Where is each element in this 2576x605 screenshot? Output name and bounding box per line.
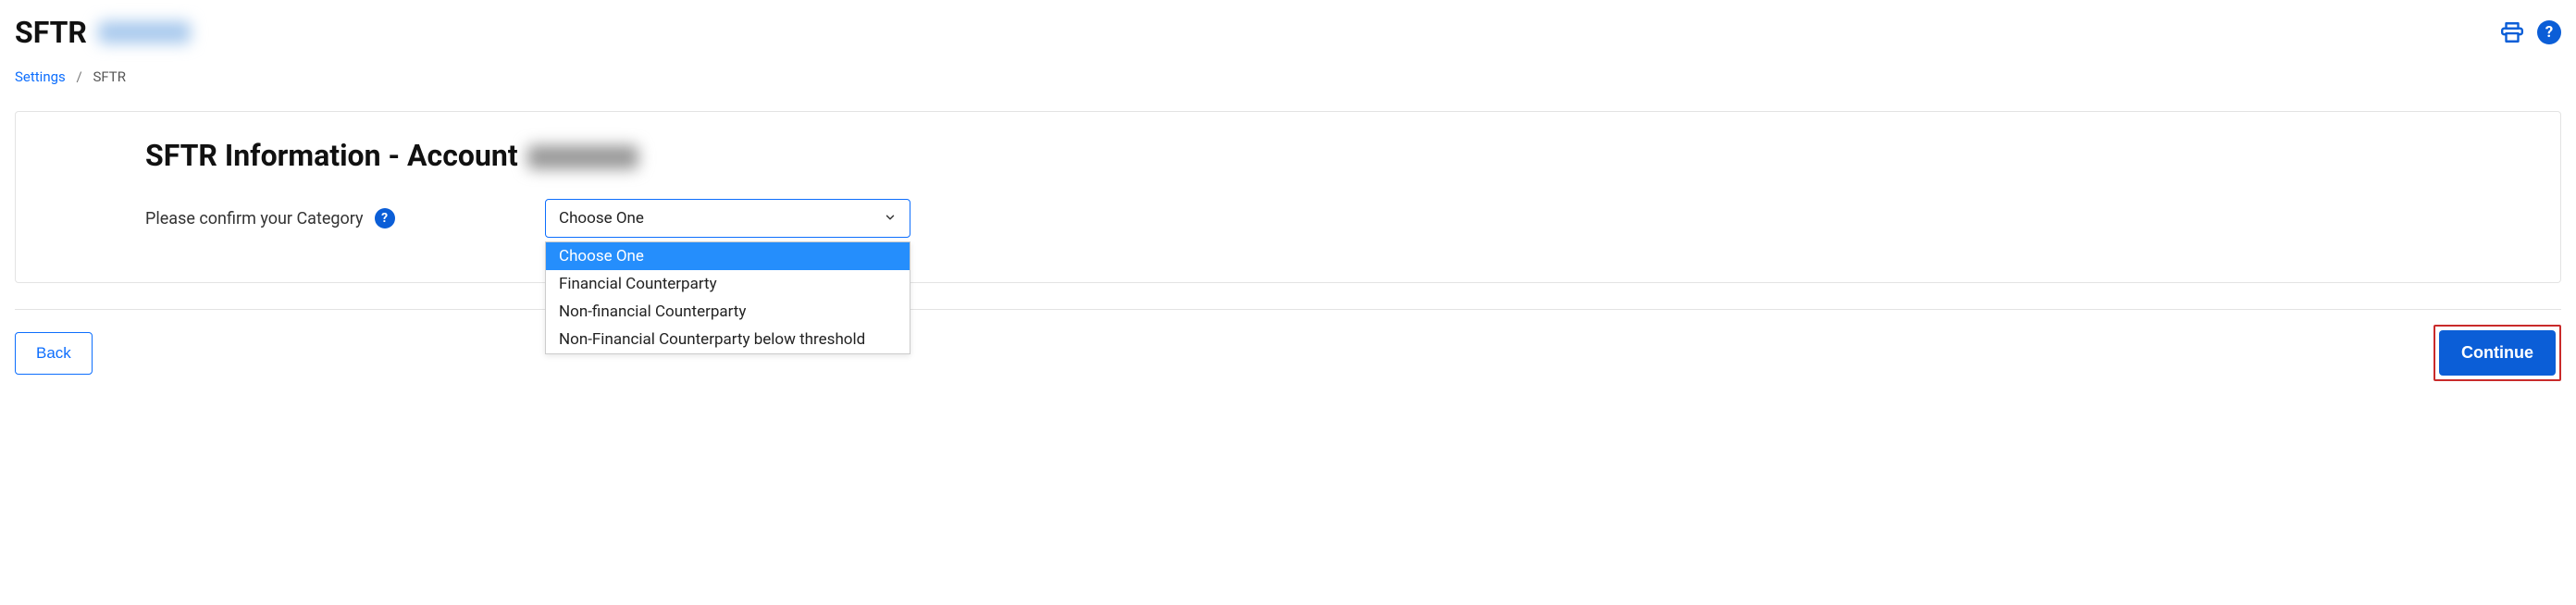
dropdown-option[interactable]: Financial Counterparty [546, 270, 910, 298]
category-form-row: Please confirm your Category ? Choose On… [145, 199, 2431, 238]
dropdown-option[interactable]: Non-Financial Counterparty below thresho… [546, 326, 910, 353]
divider [15, 309, 2561, 310]
category-select-wrap: Choose One Choose One Financial Counterp… [545, 199, 910, 238]
dropdown-option[interactable]: Non-financial Counterparty [546, 298, 910, 326]
card-title: SFTR Information - Account [145, 138, 518, 173]
chevron-down-icon [884, 211, 897, 227]
info-icon[interactable]: ? [375, 208, 395, 228]
card-title-row: SFTR Information - Account [145, 138, 2431, 173]
dropdown-option[interactable]: Choose One [546, 242, 910, 270]
breadcrumb-separator: / [77, 68, 82, 85]
breadcrumb-root-link[interactable]: Settings [15, 68, 66, 85]
title-group: SFTR [15, 15, 191, 50]
header-actions: ? [2500, 20, 2561, 44]
continue-highlight: Continue [2434, 325, 2561, 381]
category-dropdown: Choose One Financial Counterparty Non-fi… [545, 241, 910, 354]
help-icon[interactable]: ? [2537, 20, 2561, 44]
page-header: SFTR ? [15, 15, 2561, 50]
info-card: SFTR Information - Account Please confir… [15, 111, 2561, 283]
footer-actions: Back Continue [15, 325, 2561, 381]
category-label: Please confirm your Category [145, 209, 364, 228]
category-select[interactable]: Choose One [545, 199, 910, 238]
breadcrumb-current: SFTR [93, 68, 126, 85]
print-icon[interactable] [2500, 20, 2524, 44]
back-button[interactable]: Back [15, 332, 93, 375]
category-label-group: Please confirm your Category ? [145, 208, 534, 228]
category-select-value: Choose One [559, 209, 644, 228]
continue-button[interactable]: Continue [2439, 330, 2556, 376]
page-title: SFTR [15, 15, 87, 50]
account-redacted [527, 145, 638, 169]
title-redacted [98, 21, 191, 43]
breadcrumb: Settings / SFTR [15, 68, 2561, 85]
